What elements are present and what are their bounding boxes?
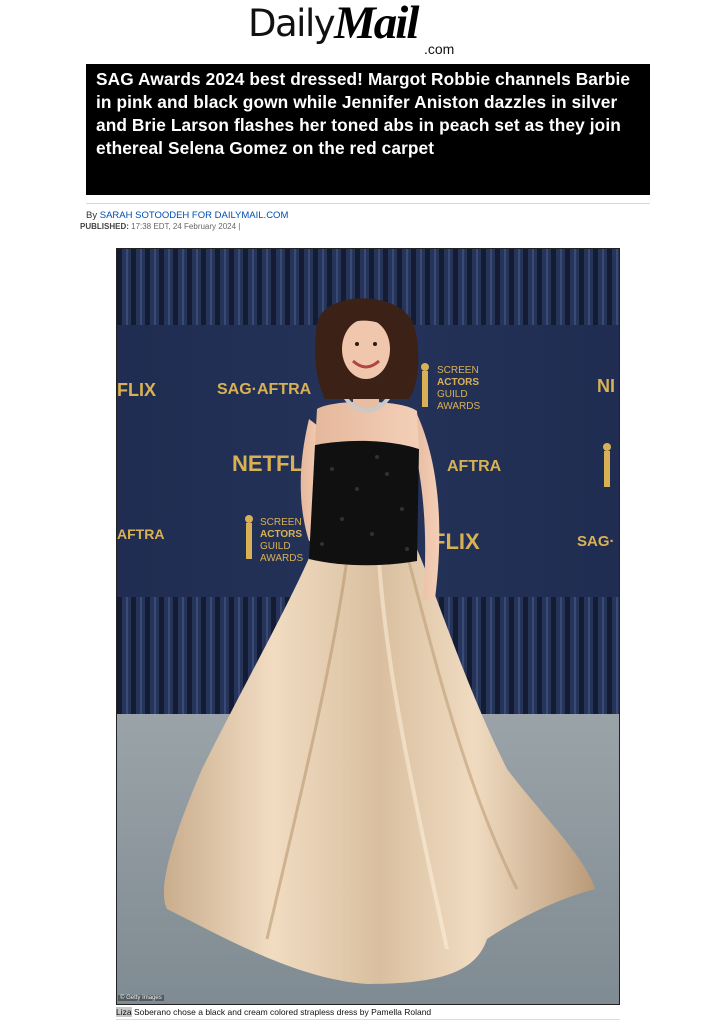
- headline-divider: [86, 203, 650, 204]
- backdrop-awards-2: AWARDS: [260, 553, 303, 564]
- backdrop-screen-2: SCREEN: [260, 517, 302, 528]
- masthead: Daily Mail .com: [0, 0, 718, 60]
- red-carpet-photo: SAG·AFTRA FLIX NI NETFLIX AFTRA AFTRA FL…: [117, 249, 619, 1004]
- backdrop-actors-2: ACTORS: [260, 529, 302, 540]
- daily-mail-logo[interactable]: Daily Mail .com: [248, 0, 463, 58]
- published-label: PUBLISHED:: [80, 222, 129, 231]
- article-headline: SAG Awards 2024 best dressed! Margot Rob…: [96, 69, 631, 158]
- backdrop-sag-cut: SAG·: [577, 533, 615, 550]
- author-link[interactable]: SARAH SOTOODEH FOR DAILYMAIL.COM: [100, 210, 289, 221]
- backdrop-screen-1: SCREEN: [437, 365, 479, 376]
- published-value: 17:38 EDT, 24 February 2024 |: [128, 222, 241, 231]
- logo-daily-text: Daily: [248, 2, 336, 45]
- published-date: PUBLISHED: 17:38 EDT, 24 February 2024 |: [80, 222, 240, 231]
- backdrop-guild-2: GUILD: [260, 541, 291, 552]
- article-photo[interactable]: SAG·AFTRA FLIX NI NETFLIX AFTRA AFTRA FL…: [116, 248, 620, 1005]
- logo-com-text: .com: [424, 41, 455, 57]
- caption-highlight: Liza: [116, 1007, 132, 1017]
- caption-text: Soberano chose a black and cream colored…: [131, 1007, 432, 1017]
- headline-box: SAG Awards 2024 best dressed! Margot Rob…: [86, 64, 650, 195]
- logo-mail-text: Mail: [334, 0, 419, 49]
- backdrop-sag-aftra: SAG·AFTRA: [217, 381, 312, 398]
- byline: By SARAH SOTOODEH FOR DAILYMAIL.COM: [86, 210, 288, 221]
- backdrop-aftra: AFTRA: [447, 458, 502, 475]
- caption-divider: [116, 1019, 620, 1020]
- backdrop-awards-1: AWARDS: [437, 401, 480, 412]
- backdrop-actors-1: ACTORS: [437, 377, 479, 388]
- photo-credit: © Getty Images: [118, 995, 164, 1001]
- photo-caption: Liza Soberano chose a black and cream co…: [116, 1007, 431, 1017]
- backdrop-flix-left: FLIX: [117, 380, 156, 400]
- backdrop-ni-right: NI: [597, 376, 615, 396]
- byline-prefix: By: [86, 210, 100, 221]
- backdrop-guild-1: GUILD: [437, 389, 468, 400]
- backdrop-aftra-left: AFTRA: [117, 526, 164, 542]
